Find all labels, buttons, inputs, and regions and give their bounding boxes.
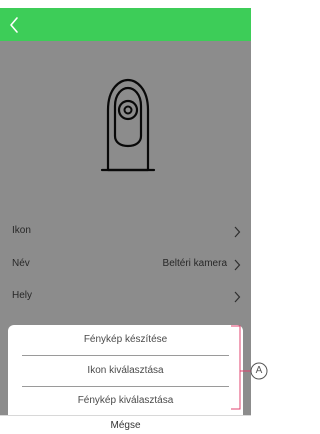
chevron-left-icon[interactable]: [4, 14, 26, 36]
take-photo-option[interactable]: Fénykép készítése: [8, 325, 243, 355]
action-sheet: Fénykép készítése Ikon kiválasztása Fény…: [8, 325, 243, 415]
callout-label: A: [255, 365, 263, 376]
phone-screen: Ikon Név Beltéri kamera Hely Fénykép kés…: [0, 0, 251, 434]
choose-photo-option[interactable]: Fénykép kiválasztása: [8, 386, 243, 416]
app-header: [0, 8, 251, 41]
choose-icon-option[interactable]: Ikon kiválasztása: [8, 356, 243, 386]
cancel-button[interactable]: Mégse: [0, 415, 251, 434]
